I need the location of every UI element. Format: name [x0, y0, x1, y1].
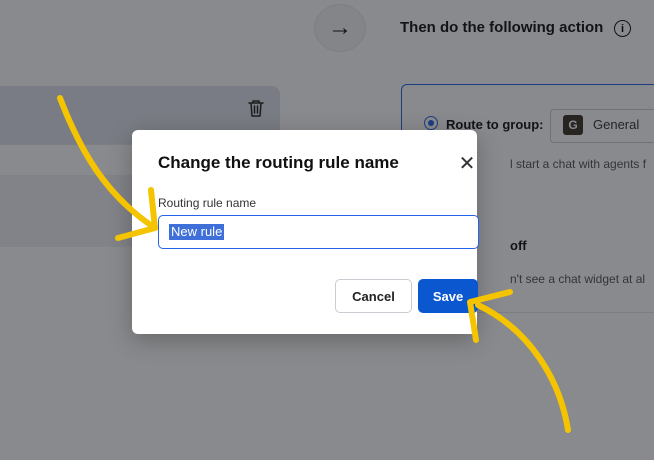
cancel-button[interactable]: Cancel [335, 279, 412, 313]
rule-name-input[interactable]: New rule [158, 215, 479, 249]
dialog-title: Change the routing rule name [158, 153, 399, 172]
save-button[interactable]: Save [418, 279, 478, 313]
field-label: Routing rule name [158, 196, 257, 210]
close-icon[interactable]: ✕ [456, 152, 478, 175]
rename-dialog: Change the routing rule name ✕ Routing r… [132, 130, 479, 334]
rule-name-value: New rule [169, 224, 225, 240]
